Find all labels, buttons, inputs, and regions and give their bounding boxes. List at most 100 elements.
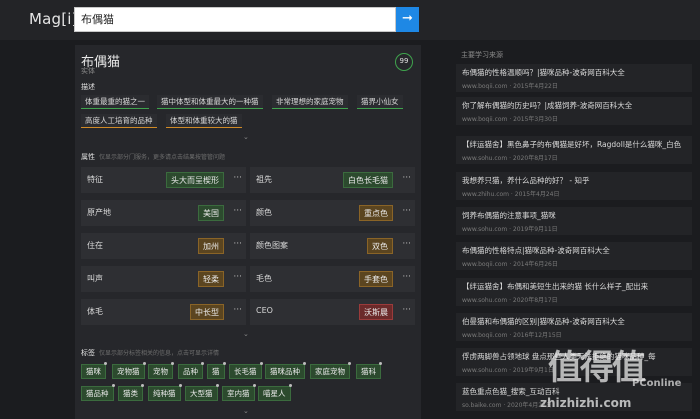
source-item[interactable]: 俘虏两脚兽占领地球 盘点那些人类无法拒绝的猫咪品种_每 www.sohu.com…	[456, 348, 692, 376]
tag-chip[interactable]: 长毛猫	[229, 362, 263, 379]
attributes-hint: 仅显示部分门服务，更多请点击结果按管管问题	[99, 154, 226, 161]
tag-chip[interactable]: 宠物	[148, 362, 174, 379]
description-chip[interactable]: 体型和体重较大的猫	[166, 114, 242, 128]
source-meta: www.boqii.com · 2016年12月15日	[462, 332, 562, 339]
attributes-label: 属性 仅显示部分门服务，更多请点击结果按管管问题	[81, 153, 226, 161]
source-meta: www.boqii.com · 2014年6月26日	[462, 261, 558, 268]
more-icon[interactable]: ···	[233, 305, 242, 315]
attribute-name: CEO	[256, 306, 273, 315]
top-bar: Mag[i] 布偶猫 ➞	[0, 0, 700, 40]
more-icon[interactable]: ···	[233, 173, 242, 183]
source-item[interactable]: 伯曼猫和布偶猫的区别|猫咪品种-波奇网百科大全 www.boqii.com · …	[456, 313, 692, 341]
attribute-name: 颜色	[256, 208, 272, 217]
source-title[interactable]: 伯曼猫和布偶猫的区别|猫咪品种-波奇网百科大全	[462, 316, 686, 327]
attribute-value[interactable]: 手套色	[359, 271, 393, 287]
source-meta: www.boqii.com · 2015年3月30日	[462, 116, 558, 123]
description-chip[interactable]: 非常理想的家庭宠物	[272, 95, 348, 109]
attribute-value[interactable]: 加州	[198, 238, 224, 254]
tag-chip[interactable]: 宠物猫	[112, 362, 146, 379]
more-icon[interactable]: ···	[402, 206, 411, 216]
attribute-value[interactable]: 白色长毛猫	[343, 172, 393, 188]
tag-chip[interactable]: 猫品种	[81, 384, 115, 401]
attribute-row: 原产地 美国 ···	[81, 200, 246, 226]
source-meta: www.boqii.com · 2015年4月22日	[462, 83, 558, 90]
source-item[interactable]: 饲养布偶猫的注意事项_猫咪 www.sohu.com · 2019年9月11日	[456, 207, 692, 235]
source-title[interactable]: 布偶猫的性格特点|猫咪品种-波奇网百科大全	[462, 245, 686, 256]
source-item[interactable]: 布偶猫的性格特点|猫咪品种-波奇网百科大全 www.boqii.com · 20…	[456, 242, 692, 270]
attribute-value[interactable]: 美国	[198, 205, 224, 221]
attribute-name: 原产地	[87, 208, 111, 217]
more-icon[interactable]: ···	[233, 206, 242, 216]
source-title[interactable]: 俘虏两脚兽占领地球 盘点那些人类无法拒绝的猫咪品种_每	[462, 351, 686, 362]
source-meta: www.sohu.com · 2020年8月17日	[462, 155, 558, 162]
tag-chip[interactable]: 大型猫	[185, 384, 219, 401]
attribute-value[interactable]: 重点色	[359, 205, 393, 221]
attribute-row: 叫声 轻柔 ···	[81, 266, 246, 292]
source-title[interactable]: 我想养只猫，养什么品种的好？ - 知乎	[462, 175, 686, 186]
attribute-value[interactable]: 双色	[367, 238, 393, 254]
more-icon[interactable]: ···	[402, 272, 411, 282]
attribute-row: 颜色 重点色 ···	[250, 200, 415, 226]
description-label: 描述	[81, 83, 95, 91]
search-button[interactable]: ➞	[396, 7, 419, 32]
source-item[interactable]: 【绊运猫舍】黑色鼻子的布偶猫是好坏，Ragdoll是什么猫咪_白色 www.so…	[456, 136, 692, 164]
source-item[interactable]: 【绊运猫舍】布偶和美短生出来的猫 长什么样子_配出来 www.sohu.com …	[456, 278, 692, 306]
description-chip[interactable]: 高度人工培育的品种	[81, 114, 157, 128]
attribute-name: 特征	[87, 175, 103, 184]
tag-chip[interactable]: 家庭宠物	[310, 362, 351, 379]
source-title[interactable]: 蓝色重点色猫_搜索_互动百科	[462, 386, 686, 397]
attribute-row: 体毛 中长型 ···	[81, 299, 246, 325]
source-item[interactable]: 我想养只猫，养什么品种的好？ - 知乎 www.zhihu.com · 2015…	[456, 172, 692, 200]
source-meta: www.sohu.com · 2019年9月11日	[462, 226, 558, 233]
search-input[interactable]: 布偶猫	[74, 7, 396, 32]
tag-chip[interactable]: 猫类	[118, 384, 144, 401]
attribute-row: 住在 加州 ···	[81, 233, 246, 259]
source-title[interactable]: 你了解布偶猫的历史吗？|成猫饲养-波奇网百科大全	[462, 100, 686, 111]
attribute-name: 体毛	[87, 307, 103, 316]
tag-chip[interactable]: 室内猫	[222, 384, 256, 401]
chevron-down-icon[interactable]: ⌄	[243, 330, 249, 338]
description-chip[interactable]: 猫界小仙女	[357, 95, 403, 109]
description-chip[interactable]: 体重最重的猫之一	[81, 95, 149, 109]
more-icon[interactable]: ···	[233, 239, 242, 249]
source-title[interactable]: 布偶猫的性格温顺吗？|猫咪品种-波奇网百科大全	[462, 67, 686, 78]
attribute-row: 祖先 白色长毛猫 ···	[250, 167, 415, 193]
chevron-down-icon[interactable]: ⌄	[243, 407, 249, 415]
attribute-name: 祖先	[256, 175, 272, 184]
attribute-name: 毛色	[256, 274, 272, 283]
tag-chip[interactable]: 纯种猫	[148, 384, 182, 401]
description-chip[interactable]: 猫中体型和体重最大的一种猫	[157, 95, 263, 109]
more-icon[interactable]: ···	[233, 272, 242, 282]
more-icon[interactable]: ···	[402, 239, 411, 249]
source-title[interactable]: 【绊运猫舍】布偶和美短生出来的猫 长什么样子_配出来	[462, 281, 686, 292]
tag-chip[interactable]: 猫咪品种	[265, 362, 306, 379]
attribute-value[interactable]: 沃斯晨	[359, 304, 393, 320]
attribute-name: 叫声	[87, 274, 103, 283]
source-item[interactable]: 蓝色重点色猫_搜索_互动百科 so.baike.com · 2020年4月22日	[456, 383, 692, 411]
tag-chip[interactable]: 猫科	[356, 362, 382, 379]
source-meta: www.zhihu.com · 2015年4月24日	[462, 191, 560, 198]
source-meta: so.baike.com · 2020年4月22日	[462, 402, 552, 409]
arrow-right-icon: ➞	[402, 11, 413, 26]
tag-chip[interactable]: 猫	[207, 362, 226, 379]
tags-hint: 仅显示部分标签相关的信息，点击可显示详情	[99, 350, 220, 357]
source-meta: www.sohu.com · 2019年9月1日	[462, 367, 554, 374]
tag-chip[interactable]: 喵星人	[258, 384, 292, 401]
tags-label: 标签 仅显示部分标签相关的信息，点击可显示详情	[81, 349, 220, 357]
attribute-row: CEO 沃斯晨 ···	[250, 299, 415, 325]
attribute-row: 颜色图案 双色 ···	[250, 233, 415, 259]
source-title[interactable]: 【绊运猫舍】黑色鼻子的布偶猫是好坏，Ragdoll是什么猫咪_白色	[462, 139, 686, 150]
source-item[interactable]: 你了解布偶猫的历史吗？|成猫饲养-波奇网百科大全 www.boqii.com ·…	[456, 97, 692, 125]
attribute-name: 住在	[87, 241, 103, 250]
source-item[interactable]: 布偶猫的性格温顺吗？|猫咪品种-波奇网百科大全 www.boqii.com · …	[456, 64, 692, 92]
tag-chip[interactable]: 猫咪	[81, 362, 107, 379]
more-icon[interactable]: ···	[402, 173, 411, 183]
chevron-down-icon[interactable]: ⌄	[243, 133, 249, 141]
tag-chip[interactable]: 品种	[178, 362, 204, 379]
more-icon[interactable]: ···	[402, 305, 411, 315]
app-logo[interactable]: Mag[i]	[29, 10, 78, 28]
attribute-value[interactable]: 头大而呈楔形	[166, 172, 224, 188]
attribute-value[interactable]: 中长型	[190, 304, 224, 320]
attribute-value[interactable]: 轻柔	[198, 271, 224, 287]
source-title[interactable]: 饲养布偶猫的注意事项_猫咪	[462, 210, 686, 221]
